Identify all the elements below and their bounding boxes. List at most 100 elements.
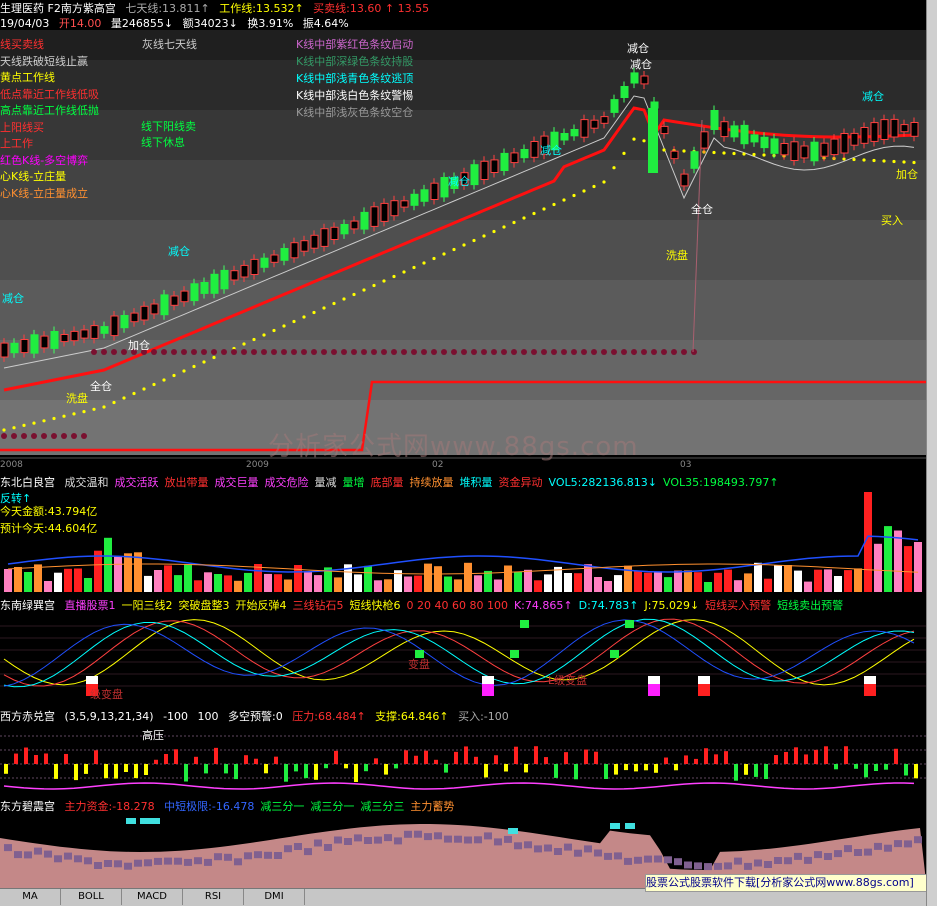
bot-block-78 [784,857,792,865]
vol-bar-68 [684,570,692,592]
bot-block-18 [184,858,192,866]
work-dot-66 [662,148,666,152]
candle-body-73 [730,125,739,138]
osc-bar-32 [324,764,328,769]
osc-bar-81 [814,749,818,765]
tab-rsi[interactable]: RSI [183,889,244,905]
vol-bar-0 [4,569,12,592]
vol-bar-16 [164,565,172,592]
tab-dmi[interactable]: DMI [244,889,305,905]
support-dot-15 [151,349,157,355]
tab-ma[interactable]: MA [0,889,61,905]
support-dot-57 [571,349,577,355]
amplitude-value: 振4.64% [302,17,349,30]
vol-bar-52 [524,569,532,592]
kdj-legend-1: 一阳三线2 [121,599,173,612]
work-dot-28 [282,324,286,328]
bot-block-58 [584,845,592,853]
bot-block-65 [654,855,662,863]
bottom-legend-3: 减三分三 [360,800,405,813]
bot-block-7 [74,855,82,863]
work-dot-64 [642,139,646,143]
support-dot-37 [371,349,377,355]
bot-block-85 [854,849,862,856]
osc-bar-60 [604,764,608,779]
work-dot-27 [272,328,276,333]
support-dot-33 [331,349,337,355]
work-dot-15 [152,382,156,387]
osc-bar-42 [424,750,428,764]
kdj-legend-5: 短线快枪6 [349,599,401,612]
oscillator-panel[interactable]: 西方赤兑宫 (3,5,9,13,21,34) -100 100 多空预警:0 压… [0,708,927,798]
kdj-chart[interactable] [0,598,927,706]
osc-bar-47 [474,756,478,764]
bot-block-45 [454,835,462,843]
support-dot-41 [411,349,417,355]
bot-block-42 [424,833,432,841]
osc-bar-16 [164,753,168,764]
osc-bar-79 [794,747,798,765]
vol-bar-25 [254,564,262,592]
candle-body-88 [880,119,889,140]
kdj-label-2: L级变盘 [548,674,588,687]
work-dot-50 [502,225,506,229]
candle-body-91 [910,122,919,137]
vertical-scrollbar[interactable] [926,0,937,906]
vol-bar-66 [664,577,672,592]
osc-bar-58 [584,749,588,765]
vol-bar-75 [754,562,762,592]
bot-block-50 [504,835,512,843]
work-dot-49 [492,229,496,234]
candle-body-19 [190,283,199,302]
support-dot-66 [661,349,667,355]
bot-block-88 [884,844,892,852]
bot-marker-2 [150,818,160,824]
work-dot-30 [302,315,306,319]
work-dot-5 [52,416,56,421]
work-dot-89 [892,159,896,164]
bot-block-47 [474,836,482,844]
osc-minus100: -100 [163,710,189,723]
bot-block-51 [514,842,522,850]
osc-bar-41 [414,755,418,765]
main-price-panel[interactable]: 生理医药 F2南方紫高宫 七天线:13.811↑ 工作线:13.532↑ 买卖线… [0,0,927,470]
support-dot-12 [121,349,127,355]
work-dot-87 [872,158,876,163]
kdj-panel[interactable]: 东南绿巽宫 直播股票1 一阳三线2 突破盘整3 开始反弹4 三线钻石5 短线快枪6 0 20… [0,598,927,706]
candle-body-21 [210,273,219,294]
osc-bar-65 [654,764,658,773]
work-dot-57 [572,193,576,198]
candle-body-84 [840,133,849,154]
legend-right-item-0: K线中部紫红色条纹启动 [296,38,414,51]
volume-panel[interactable]: 东北白良宫 成交温和 成交活跃 放出带量 成交巨量 成交危险 量减 量增 底部量 持续放量 堆积量… [0,474,927,598]
candle-body-66 [660,125,669,135]
vol-bar-65 [654,572,662,592]
vol-bar-80 [804,581,812,592]
support-dot-52 [521,349,527,355]
support-dot-32 [321,349,327,355]
work-dot-7 [72,412,76,416]
work-dot-37 [372,283,376,288]
bottom-legend-2: 减三分一 [310,800,355,813]
osc-bar-44 [444,764,448,773]
vol-bar-19 [194,580,202,592]
kdj-sell-warning: 短线卖出预警 [777,599,844,612]
work-dot-33 [332,301,336,306]
footer-ad[interactable]: 股票公式股票软件下载[分析家公式网www.88gs.com] [645,874,927,892]
vol-legend-1: 成交活跃 [114,476,159,489]
support-dot-63 [631,349,637,355]
candle-body-0 [0,342,9,358]
vol-bar-90 [904,546,912,592]
bot-block-56 [564,843,572,851]
work-dot-43 [432,256,436,261]
work-dot-56 [562,198,566,202]
tab-boll[interactable]: BOLL [61,889,122,905]
vol-bar-2 [24,572,32,592]
work-dot-4 [42,419,46,423]
tab-macd[interactable]: MACD [122,889,183,905]
candle-body-32 [320,228,329,247]
price-chart[interactable] [0,0,927,470]
volume-chart[interactable] [0,474,927,598]
candle-body-14 [140,305,149,321]
ma7-value: 七天线:13.811↑ [125,2,210,15]
